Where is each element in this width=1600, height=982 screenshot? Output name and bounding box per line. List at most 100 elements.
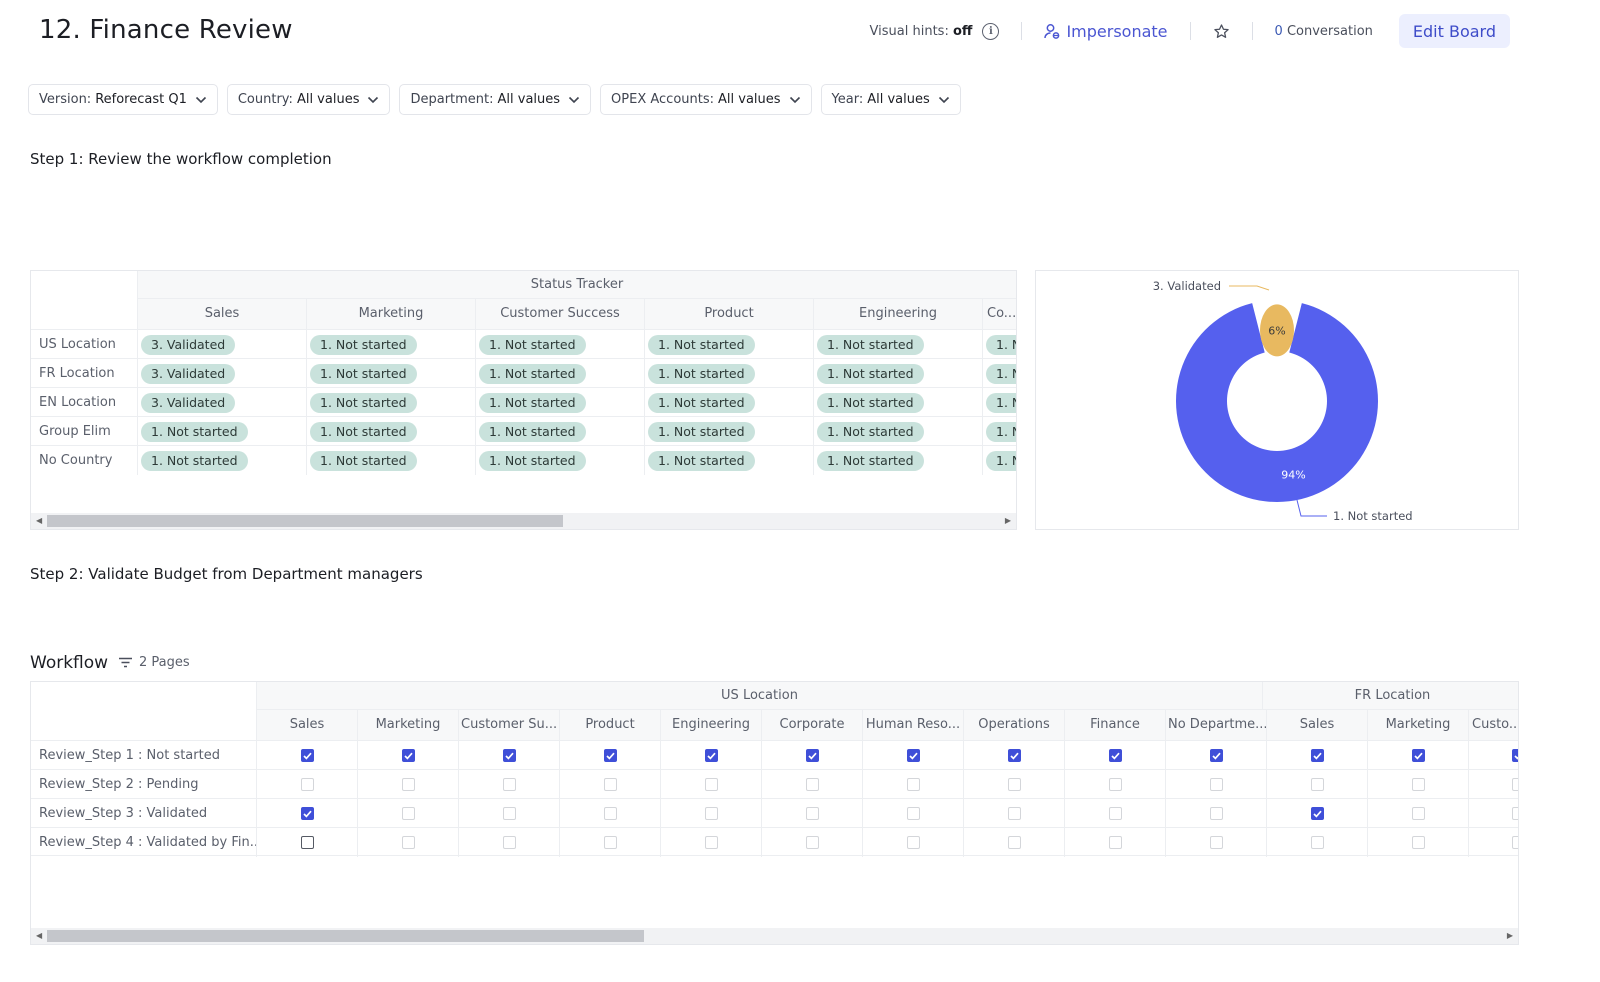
checkbox-unchecked[interactable] bbox=[1209, 836, 1223, 849]
checkbox-unchecked[interactable] bbox=[1007, 836, 1021, 849]
checkbox-unchecked[interactable] bbox=[1411, 836, 1425, 849]
checkbox-unchecked[interactable] bbox=[1411, 807, 1425, 820]
checkbox-checked[interactable] bbox=[300, 749, 314, 762]
checkbox-checked[interactable] bbox=[1310, 807, 1324, 820]
scroll-right-icon[interactable]: ▶ bbox=[1005, 516, 1011, 525]
checkbox-checked[interactable] bbox=[1108, 749, 1122, 762]
checkbox-checked[interactable] bbox=[401, 749, 415, 762]
checkbox-unchecked[interactable] bbox=[906, 836, 920, 849]
status-cell[interactable]: 1. Not started bbox=[645, 446, 814, 475]
filter-department[interactable]: Department: All values bbox=[399, 84, 592, 115]
checkbox-unchecked[interactable] bbox=[1108, 807, 1122, 820]
checkbox-checked[interactable] bbox=[1310, 749, 1324, 762]
status-cell[interactable]: 1. Not started bbox=[476, 359, 645, 388]
checkbox-unchecked[interactable] bbox=[300, 836, 314, 849]
status-cell[interactable]: 1. Not started bbox=[476, 446, 645, 475]
status-cell[interactable]: 1. Not started bbox=[138, 417, 307, 446]
column-header[interactable]: Sales bbox=[138, 299, 307, 329]
column-header[interactable]: Marketing bbox=[1368, 710, 1469, 740]
checkbox-checked[interactable] bbox=[1209, 749, 1223, 762]
checkbox-unchecked[interactable] bbox=[1512, 807, 1518, 820]
status-cell[interactable]: 1. N bbox=[983, 330, 1016, 359]
checkbox-checked[interactable] bbox=[704, 749, 718, 762]
info-icon[interactable]: i bbox=[982, 22, 1000, 40]
status-cell[interactable]: 1. Not started bbox=[307, 417, 476, 446]
status-cell[interactable]: 1. Not started bbox=[307, 388, 476, 417]
column-header[interactable]: Sales bbox=[257, 710, 358, 740]
workflow-scrollbar[interactable]: ◀ ▶ bbox=[31, 928, 1518, 944]
column-header[interactable]: Product bbox=[560, 710, 661, 740]
tracker-scrollbar[interactable]: ◀ ▶ bbox=[31, 513, 1016, 529]
column-header[interactable]: Co... bbox=[983, 299, 1016, 329]
status-cell[interactable]: 3. Validated bbox=[138, 359, 307, 388]
status-cell[interactable]: 3. Validated bbox=[138, 330, 307, 359]
scrollbar-thumb[interactable] bbox=[47, 930, 644, 942]
pages-selector[interactable]: 2 Pages bbox=[118, 655, 190, 670]
checkbox-unchecked[interactable] bbox=[1512, 778, 1518, 791]
column-header[interactable]: Marketing bbox=[358, 710, 459, 740]
scroll-right-icon[interactable]: ▶ bbox=[1507, 931, 1513, 940]
status-cell[interactable]: 1. N bbox=[983, 417, 1016, 446]
status-cell[interactable]: 1. Not started bbox=[645, 388, 814, 417]
status-cell[interactable]: 1. Not started bbox=[645, 359, 814, 388]
column-header[interactable]: Customer Success bbox=[476, 299, 645, 329]
checkbox-unchecked[interactable] bbox=[704, 778, 718, 791]
star-icon[interactable] bbox=[1213, 23, 1230, 40]
scroll-left-icon[interactable]: ◀ bbox=[36, 931, 42, 940]
filter-year[interactable]: Year: All values bbox=[820, 84, 961, 115]
checkbox-unchecked[interactable] bbox=[1411, 778, 1425, 791]
status-cell[interactable]: 1. N bbox=[983, 388, 1016, 417]
checkbox-unchecked[interactable] bbox=[704, 807, 718, 820]
checkbox-unchecked[interactable] bbox=[805, 807, 819, 820]
status-cell[interactable]: 1. N bbox=[983, 446, 1016, 475]
status-cell[interactable]: 1. Not started bbox=[814, 417, 983, 446]
checkbox-unchecked[interactable] bbox=[1310, 778, 1324, 791]
checkbox-checked[interactable] bbox=[1007, 749, 1021, 762]
column-header[interactable]: Engineering bbox=[814, 299, 983, 329]
checkbox-unchecked[interactable] bbox=[906, 807, 920, 820]
checkbox-unchecked[interactable] bbox=[1007, 807, 1021, 820]
edit-board-button[interactable]: Edit Board bbox=[1398, 14, 1510, 48]
checkbox-unchecked[interactable] bbox=[502, 807, 516, 820]
status-cell[interactable]: 1. Not started bbox=[307, 330, 476, 359]
status-cell[interactable]: 1. Not started bbox=[645, 417, 814, 446]
scrollbar-thumb[interactable] bbox=[47, 515, 563, 527]
column-header[interactable]: Operations bbox=[964, 710, 1065, 740]
checkbox-unchecked[interactable] bbox=[1108, 836, 1122, 849]
checkbox-unchecked[interactable] bbox=[1209, 807, 1223, 820]
column-header[interactable]: Customer Su... bbox=[459, 710, 560, 740]
column-header[interactable]: Finance bbox=[1065, 710, 1166, 740]
checkbox-unchecked[interactable] bbox=[704, 836, 718, 849]
status-cell[interactable]: 1. Not started bbox=[476, 330, 645, 359]
checkbox-unchecked[interactable] bbox=[1007, 778, 1021, 791]
checkbox-unchecked[interactable] bbox=[603, 807, 617, 820]
checkbox-unchecked[interactable] bbox=[502, 778, 516, 791]
column-header[interactable]: Corporate bbox=[762, 710, 863, 740]
checkbox-checked[interactable] bbox=[1411, 749, 1425, 762]
filter-opex-accounts[interactable]: OPEX Accounts: All values bbox=[600, 84, 812, 115]
status-cell[interactable]: 1. Not started bbox=[814, 330, 983, 359]
column-header[interactable]: Engineering bbox=[661, 710, 762, 740]
conversation-link[interactable]: 0 Conversation bbox=[1275, 24, 1373, 39]
filter-country[interactable]: Country: All values bbox=[226, 84, 391, 115]
checkbox-unchecked[interactable] bbox=[1209, 778, 1223, 791]
checkbox-unchecked[interactable] bbox=[1310, 836, 1324, 849]
status-cell[interactable]: 1. Not started bbox=[476, 388, 645, 417]
checkbox-unchecked[interactable] bbox=[805, 778, 819, 791]
status-cell[interactable]: 1. Not started bbox=[307, 359, 476, 388]
checkbox-unchecked[interactable] bbox=[805, 836, 819, 849]
scroll-left-icon[interactable]: ◀ bbox=[36, 516, 42, 525]
filter-version[interactable]: Version: Reforecast Q1 bbox=[28, 84, 218, 115]
checkbox-checked[interactable] bbox=[805, 749, 819, 762]
checkbox-checked[interactable] bbox=[1512, 749, 1518, 762]
checkbox-checked[interactable] bbox=[906, 749, 920, 762]
checkbox-unchecked[interactable] bbox=[1108, 778, 1122, 791]
checkbox-checked[interactable] bbox=[502, 749, 516, 762]
checkbox-checked[interactable] bbox=[300, 807, 314, 820]
column-header[interactable]: Marketing bbox=[307, 299, 476, 329]
status-cell[interactable]: 1. Not started bbox=[307, 446, 476, 475]
column-header[interactable]: Product bbox=[645, 299, 814, 329]
checkbox-unchecked[interactable] bbox=[401, 778, 415, 791]
checkbox-unchecked[interactable] bbox=[300, 778, 314, 791]
column-header[interactable]: Custo... bbox=[1469, 710, 1518, 740]
